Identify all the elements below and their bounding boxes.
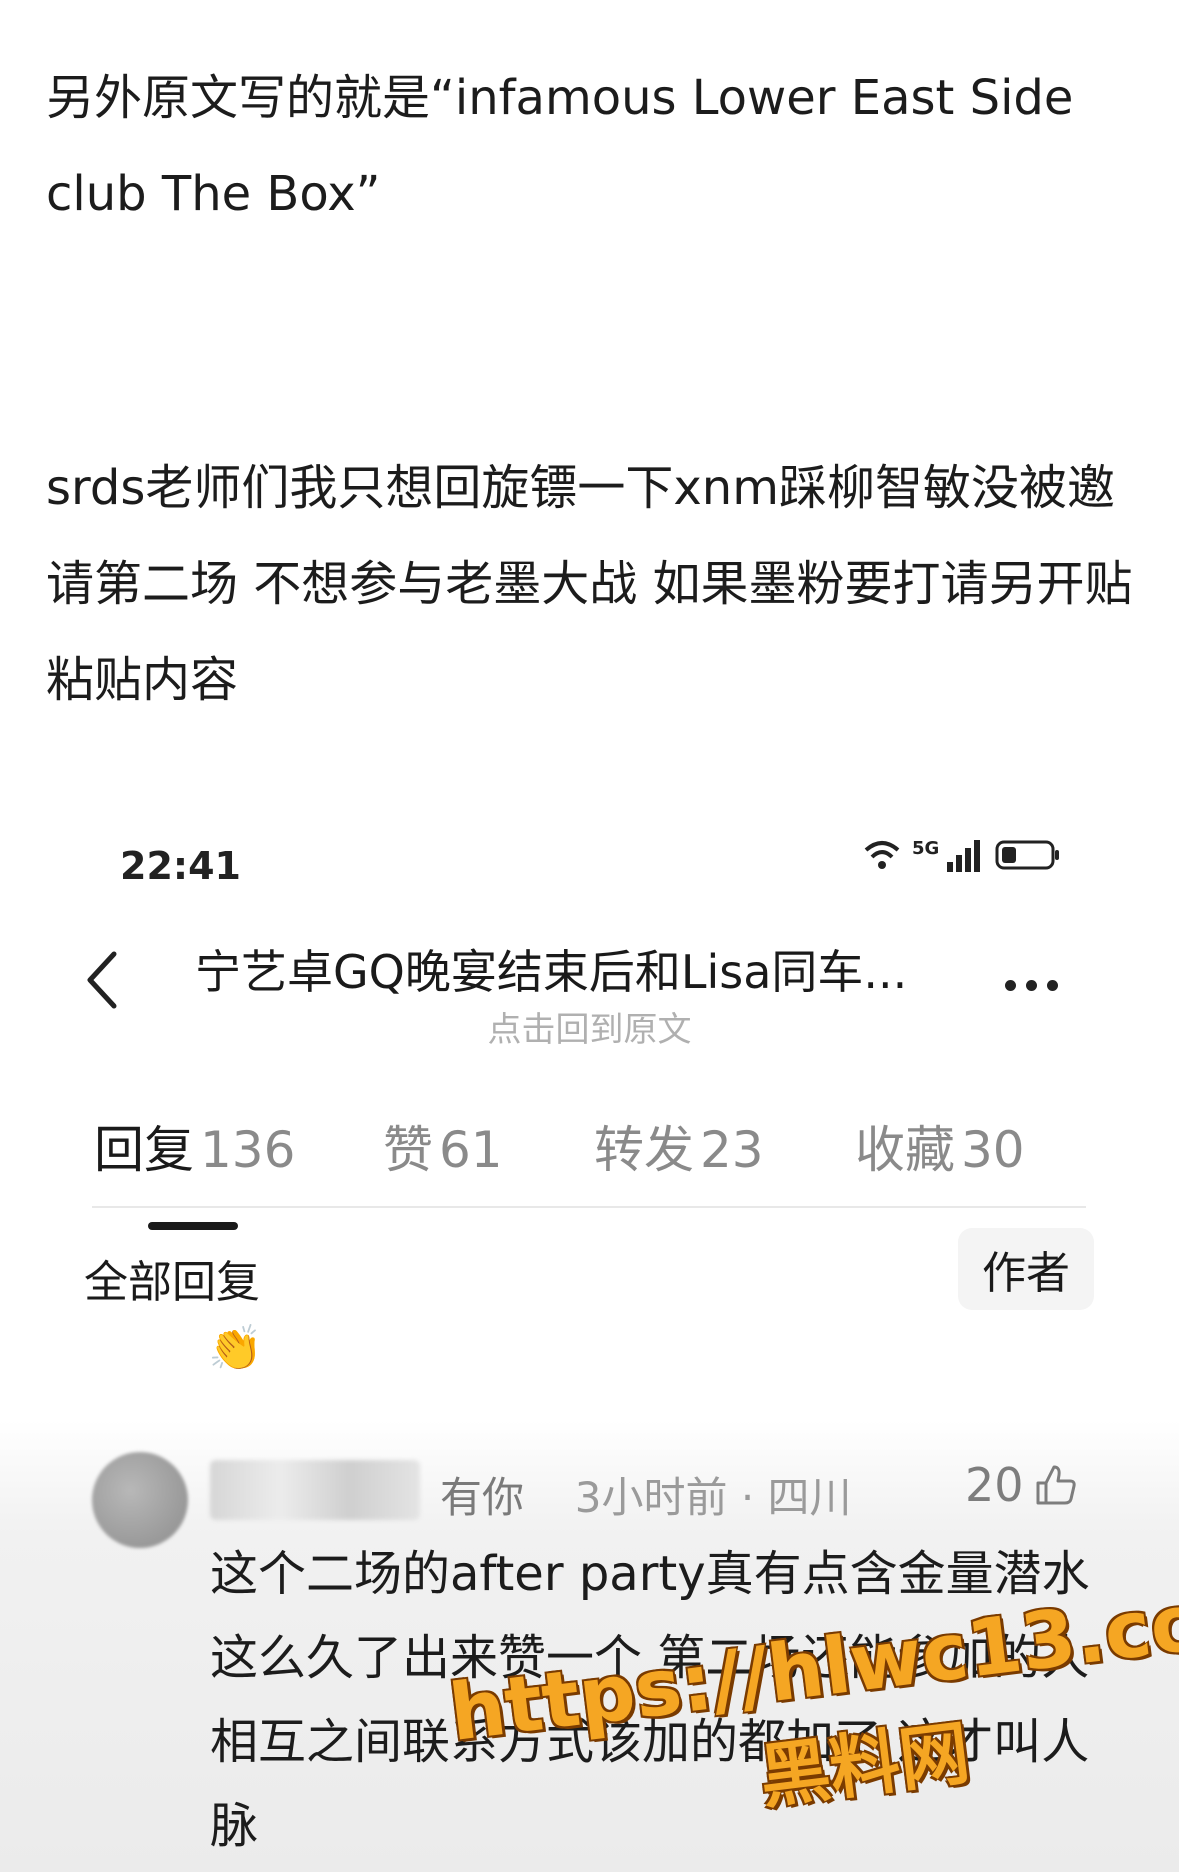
status-time: 22:41 bbox=[120, 844, 241, 888]
post-paragraph-2: srds老师们我只想回旋镖一下xnm踩柳智敏没被邀请第二场 不想参与老墨大战 如… bbox=[46, 460, 1133, 708]
network-label: 5G bbox=[912, 838, 940, 859]
tab-reposts[interactable]: 转发 23 bbox=[594, 1110, 764, 1182]
like-count: 20 bbox=[965, 1458, 1024, 1512]
tab-favorites[interactable]: 收藏 30 bbox=[855, 1110, 1025, 1182]
back-to-original-link[interactable]: 点击回到原文 bbox=[0, 1002, 1179, 1051]
back-chevron-icon[interactable] bbox=[82, 950, 122, 1010]
tab-bar: 回复 136 赞 61 转发 23 收藏 30 bbox=[0, 1110, 1179, 1179]
username-visible-part: 有你 bbox=[440, 1473, 525, 1522]
tab-divider bbox=[92, 1206, 1086, 1208]
avatar[interactable] bbox=[92, 1452, 188, 1548]
author-filter-button[interactable]: 作者 bbox=[958, 1228, 1094, 1310]
thumbs-up-icon bbox=[1036, 1465, 1076, 1505]
active-tab-indicator bbox=[148, 1222, 238, 1230]
wifi-icon bbox=[864, 841, 900, 869]
thread-title: 宁艺卓GQ晚宴结束后和Lisa同车... bbox=[195, 945, 908, 999]
username-blurred[interactable] bbox=[210, 1460, 420, 1520]
reply-time: 3小时前 bbox=[574, 1473, 728, 1522]
battery-icon bbox=[995, 840, 1060, 870]
more-options-icon[interactable] bbox=[1005, 980, 1058, 991]
all-replies-label: 全部回复 bbox=[84, 1257, 260, 1308]
status-icons: 5G bbox=[862, 838, 1061, 872]
signal-icon bbox=[947, 840, 981, 872]
clap-emoji: 👏 bbox=[208, 1323, 263, 1374]
post-paragraph-1: 另外原文写的就是“infamous Lower East Side club T… bbox=[46, 70, 1074, 222]
tab-likes[interactable]: 赞 61 bbox=[383, 1110, 503, 1182]
like-button[interactable]: 20 bbox=[965, 1458, 1078, 1512]
tab-replies[interactable]: 回复 136 bbox=[94, 1110, 295, 1182]
reply-location: 四川 bbox=[767, 1473, 852, 1522]
meta-dot: · bbox=[740, 1473, 768, 1522]
reply-meta: 有你 3小时前 · 四川 bbox=[440, 1464, 852, 1525]
